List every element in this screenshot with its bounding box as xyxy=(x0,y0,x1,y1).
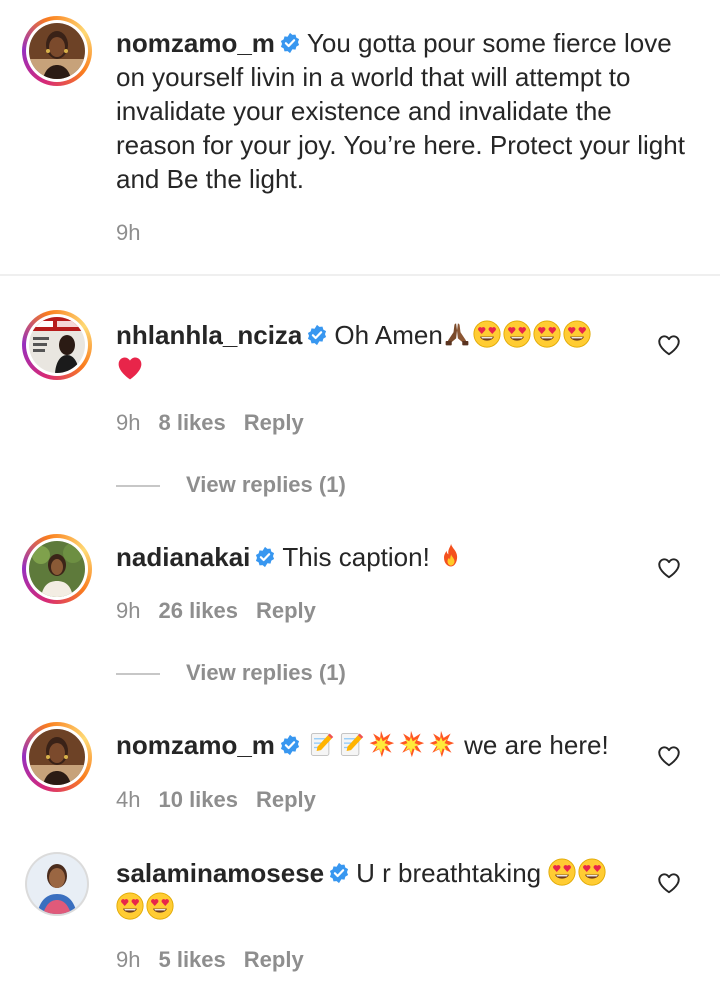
comment-likes[interactable]: 10 likes xyxy=(158,787,238,812)
heart-outline-icon[interactable] xyxy=(656,555,682,581)
comment-time: 9h xyxy=(116,947,141,972)
heart-outline-icon[interactable] xyxy=(656,743,682,769)
avatar xyxy=(29,317,85,373)
heart-eyes-icon xyxy=(578,858,606,886)
folded-hands-icon xyxy=(443,320,471,348)
comment-time: 9h xyxy=(116,598,141,623)
comment-likes[interactable]: 26 likes xyxy=(158,598,238,623)
verified-badge-icon xyxy=(254,546,276,568)
comment-body: we are here! xyxy=(464,730,609,760)
memo-icon xyxy=(307,730,335,758)
caption-time: 9h xyxy=(116,220,141,245)
comment-time: 4h xyxy=(116,787,141,812)
fire-icon xyxy=(437,542,465,570)
view-replies-button[interactable]: View replies (1) xyxy=(186,660,346,686)
heart-eyes-icon xyxy=(116,892,144,920)
reply-button[interactable]: Reply xyxy=(256,787,316,812)
comment-meta: 9h 8 likes Reply xyxy=(116,410,322,436)
comment-meta: 9h 26 likes Reply xyxy=(116,598,334,624)
avatar-photo xyxy=(29,541,85,597)
comment-username[interactable]: nadianakai xyxy=(116,542,250,572)
comment-text: salaminamosese U r breathtaking xyxy=(116,856,686,924)
comment-username[interactable]: salaminamosese xyxy=(116,858,324,888)
reply-button[interactable]: Reply xyxy=(244,947,304,972)
comment-body: Oh Amen xyxy=(334,320,443,350)
comment-avatar-ring[interactable] xyxy=(25,852,89,916)
caption-meta: 9h xyxy=(116,220,158,246)
collision-icon xyxy=(367,730,395,758)
comment-likes[interactable]: 5 likes xyxy=(158,947,225,972)
comment-meta: 4h 10 likes Reply xyxy=(116,787,334,813)
comment-time: 9h xyxy=(116,410,141,435)
reply-button[interactable]: Reply xyxy=(244,410,304,435)
comment-text: nomzamo_m we are here! xyxy=(116,728,686,762)
heart-eyes-icon xyxy=(503,320,531,348)
collision-icon xyxy=(397,730,425,758)
heart-outline-icon[interactable] xyxy=(656,332,682,358)
heart-outline-icon[interactable] xyxy=(656,870,682,896)
comment-username[interactable]: nomzamo_m xyxy=(116,730,275,760)
heart-eyes-icon xyxy=(548,858,576,886)
avatar xyxy=(27,854,87,914)
comment-text: nhlanhla_nciza Oh Amen xyxy=(116,318,686,386)
red-heart-icon xyxy=(116,354,144,382)
avatar xyxy=(29,729,85,785)
avatar-photo xyxy=(29,729,85,785)
reply-button[interactable]: Reply xyxy=(256,598,316,623)
caption-text: nomzamo_m You gotta pour some fierce love… xyxy=(116,26,686,196)
view-replies-line xyxy=(116,673,160,675)
caption-username[interactable]: nomzamo_m xyxy=(116,28,275,58)
heart-eyes-icon xyxy=(533,320,561,348)
avatar xyxy=(29,23,85,79)
comment-meta: 9h 5 likes Reply xyxy=(116,947,322,973)
heart-eyes-icon xyxy=(563,320,591,348)
verified-badge-icon xyxy=(279,734,301,756)
view-replies-line xyxy=(116,485,160,487)
collision-icon xyxy=(427,730,455,758)
comment-username[interactable]: nhlanhla_nciza xyxy=(116,320,302,350)
comment-body: This caption! xyxy=(282,542,430,572)
verified-badge-icon xyxy=(328,862,350,884)
divider xyxy=(0,274,720,276)
avatar xyxy=(29,541,85,597)
comment-avatar-ring[interactable] xyxy=(22,534,92,604)
verified-badge-icon xyxy=(306,324,328,346)
comment-text: nadianakai This caption! xyxy=(116,540,686,574)
comment-body: U r breathtaking xyxy=(356,858,542,888)
view-replies-button[interactable]: View replies (1) xyxy=(186,472,346,498)
comment-avatar-ring[interactable] xyxy=(22,722,92,792)
heart-eyes-icon xyxy=(146,892,174,920)
avatar-photo xyxy=(29,317,85,373)
comment-avatar-ring[interactable] xyxy=(22,310,92,380)
verified-badge-icon xyxy=(279,32,301,54)
heart-eyes-icon xyxy=(473,320,501,348)
memo-icon xyxy=(337,730,365,758)
avatar-photo xyxy=(27,854,87,914)
caption-text-line1: You gotta pour some fierce xyxy=(306,28,617,58)
caption-avatar-ring[interactable] xyxy=(22,16,92,86)
comment-likes[interactable]: 8 likes xyxy=(158,410,225,435)
avatar-photo xyxy=(29,23,85,79)
